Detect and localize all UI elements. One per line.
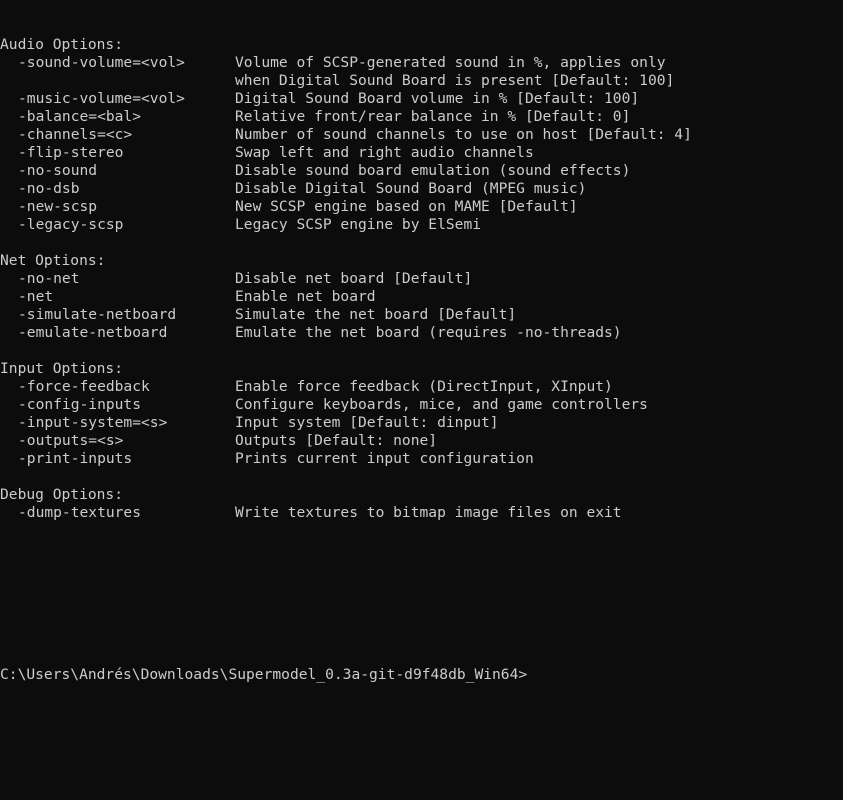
option-description: Input system [Default: dinput] <box>235 414 499 431</box>
option-flag: -no-net <box>18 270 80 287</box>
option-flag: -input-system=<s> <box>18 414 168 431</box>
option-row: -music-volume=<vol> Digital Sound Board v… <box>0 90 843 108</box>
options-section: Audio Options: -sound-volume=<vol> Volume … <box>0 36 843 234</box>
option-description: Write textures to bitmap image files on … <box>235 504 622 521</box>
option-row: -outputs=<s> Outputs [Default: none] <box>0 432 843 450</box>
option-row: -sound-volume=<vol> Volume of SCSP-genera… <box>0 54 843 72</box>
option-description: Simulate the net board [Default] <box>235 306 517 323</box>
option-flag: -outputs=<s> <box>18 432 124 449</box>
option-row: -config-inputs Configure keyboards, mice,… <box>0 396 843 414</box>
option-description: Disable sound board emulation (sound eff… <box>235 162 631 179</box>
option-description: Outputs [Default: none] <box>235 432 438 449</box>
option-description: Disable net board [Default] <box>235 270 473 287</box>
option-flag: -dump-textures <box>18 504 142 521</box>
option-description: Digital Sound Board volume in % [Default… <box>235 90 640 107</box>
option-flag: -legacy-scsp <box>18 216 124 233</box>
option-description: Number of sound channels to use on host … <box>235 126 692 143</box>
section-header: Debug Options: <box>0 486 843 504</box>
section-title: Input Options: <box>0 360 124 377</box>
option-description: Emulate the net board (requires -no-thre… <box>235 324 622 341</box>
option-flag: -force-feedback <box>18 378 150 395</box>
console-output: Audio Options: -sound-volume=<vol> Volume … <box>0 36 843 522</box>
section-header: Audio Options: <box>0 36 843 54</box>
option-flag: -simulate-netboard <box>18 306 177 323</box>
option-flag: -flip-stereo <box>18 144 124 161</box>
option-flag: -no-sound <box>18 162 98 179</box>
option-row: -no-dsb Disable Digital Sound Board (MPEG… <box>0 180 843 198</box>
option-row: -new-scsp New SCSP engine based on MAME [… <box>0 198 843 216</box>
option-row: -balance=<bal> Relative front/rear balanc… <box>0 108 843 126</box>
option-description: New SCSP engine based on MAME [Default] <box>235 198 578 215</box>
option-flag: -no-dsb <box>18 180 80 197</box>
section-header: Input Options: <box>0 360 843 378</box>
option-row: -input-system=<s> Input system [Default: … <box>0 414 843 432</box>
section-title: Debug Options: <box>0 486 124 503</box>
command-prompt[interactable]: C:\Users\Andrés\Downloads\Supermodel_0.3… <box>0 666 527 684</box>
option-description: Enable net board <box>235 288 376 305</box>
option-flag: -net <box>18 288 54 305</box>
option-flag: -music-volume=<vol> <box>18 90 185 107</box>
section-title: Net Options: <box>0 252 106 269</box>
option-flag: -new-scsp <box>18 198 98 215</box>
option-row: -force-feedback Enable force feedback (Di… <box>0 378 843 396</box>
section-title: Audio Options: <box>0 36 124 53</box>
option-description: Relative front/rear balance in % [Defaul… <box>235 108 631 125</box>
option-row: when Digital Sound Board is present [Def… <box>0 72 843 90</box>
option-row: -emulate-netboard Emulate the net board (… <box>0 324 843 342</box>
prompt-line[interactable]: C:\Users\Andrés\Downloads\Supermodel_0.3… <box>0 666 843 684</box>
option-row: -legacy-scsp Legacy SCSP engine by ElSemi <box>0 216 843 234</box>
option-row: -dump-textures Write textures to bitmap i… <box>0 504 843 522</box>
option-description: Prints current input configuration <box>235 450 534 467</box>
option-description: Swap left and right audio channels <box>235 144 534 161</box>
option-description: Disable Digital Sound Board (MPEG music) <box>235 180 587 197</box>
options-section: Debug Options: -dump-textures Write textur… <box>0 486 843 522</box>
option-flag: -balance=<bal> <box>18 108 142 125</box>
option-description: Legacy SCSP engine by ElSemi <box>235 216 482 233</box>
option-flag: -sound-volume=<vol> <box>18 54 185 71</box>
option-description: Volume of SCSP-generated sound in %, app… <box>235 54 666 71</box>
options-section: Input Options: -force-feedback Enable forc… <box>0 360 843 468</box>
console-window[interactable]: Audio Options: -sound-volume=<vol> Volume … <box>0 0 843 800</box>
option-row: -flip-stereo Swap left and right audio ch… <box>0 144 843 162</box>
option-row: -channels=<c> Number of sound channels to… <box>0 126 843 144</box>
options-section: Net Options: -no-net Disable net board [De… <box>0 252 843 342</box>
option-row: -simulate-netboard Simulate the net board… <box>0 306 843 324</box>
option-description: Configure keyboards, mice, and game cont… <box>235 396 648 413</box>
option-row: -print-inputs Prints current input config… <box>0 450 843 468</box>
option-description: Enable force feedback (DirectInput, XInp… <box>235 378 613 395</box>
option-flag: -emulate-netboard <box>18 324 168 341</box>
section-header: Net Options: <box>0 252 843 270</box>
option-row: -net Enable net board <box>0 288 843 306</box>
option-row: -no-sound Disable sound board emulation (… <box>0 162 843 180</box>
option-flag: -config-inputs <box>18 396 142 413</box>
option-flag: -print-inputs <box>18 450 133 467</box>
option-description: when Digital Sound Board is present [Def… <box>235 72 675 89</box>
option-row: -no-net Disable net board [Default] <box>0 270 843 288</box>
option-flag: -channels=<c> <box>18 126 133 143</box>
